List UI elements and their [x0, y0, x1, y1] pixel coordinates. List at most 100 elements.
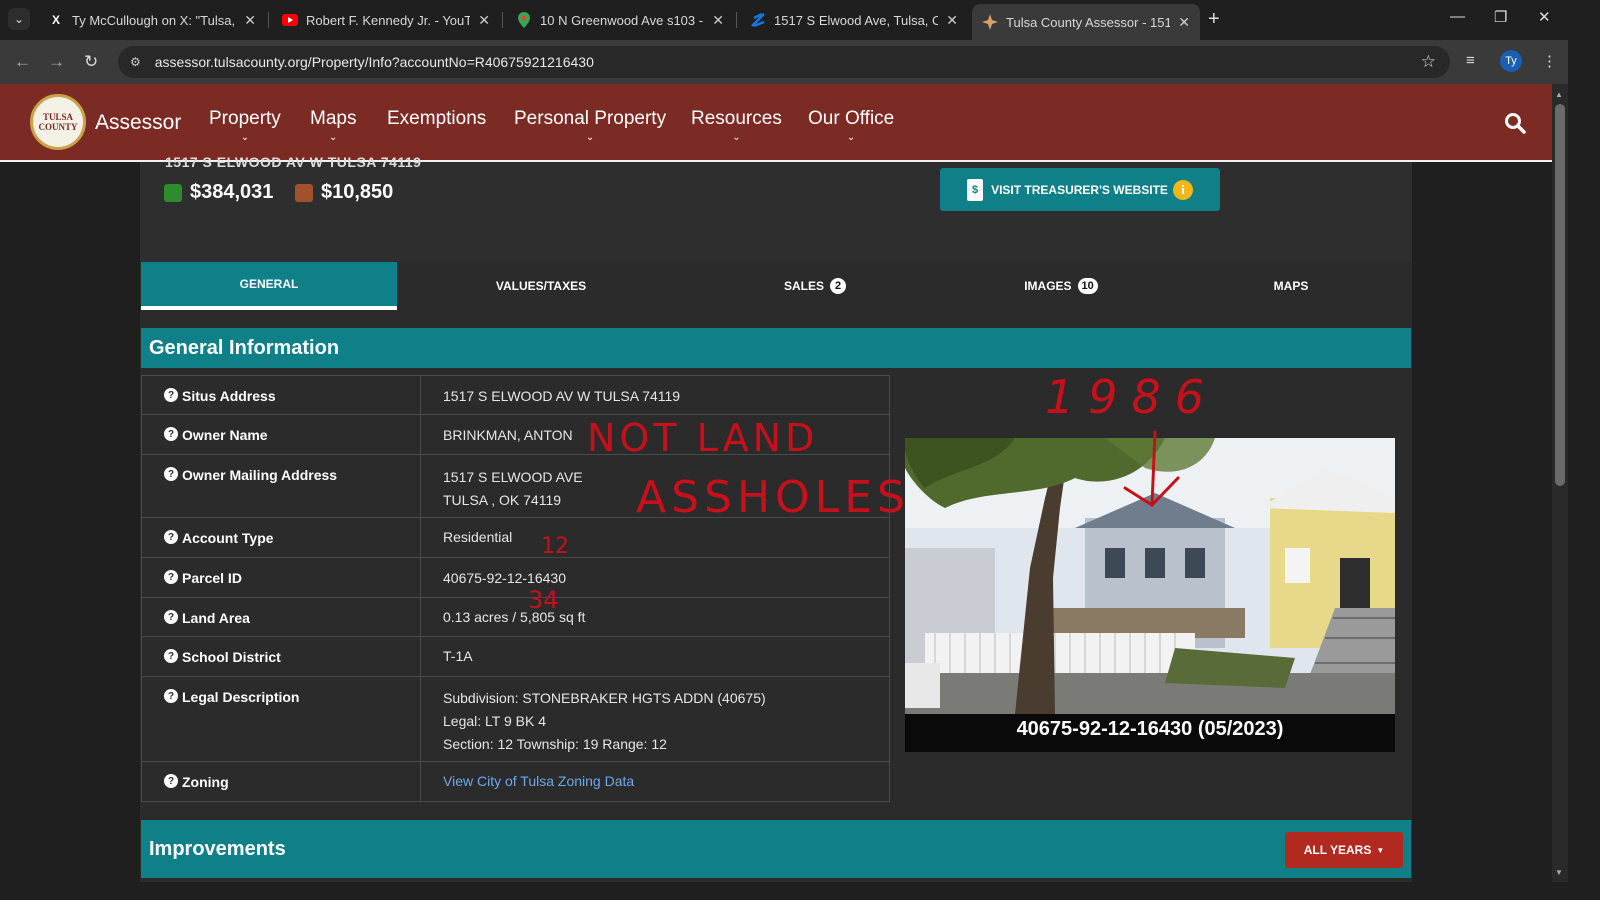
label-text: Zoning: [182, 774, 229, 790]
property-summary: [140, 162, 1412, 262]
logo-text: TULSA COUNTY: [38, 112, 78, 132]
value-line: T-1A: [443, 648, 473, 664]
browser-menu-icon[interactable]: ⋮: [1542, 52, 1557, 70]
close-icon[interactable]: ✕: [712, 12, 724, 29]
nav-resources[interactable]: Resources ⌄: [691, 108, 782, 143]
zoning-data-link[interactable]: View City of Tulsa Zoning Data: [443, 773, 889, 789]
value-line: 1517 S ELWOOD AV W TULSA 74119: [443, 388, 681, 404]
tulsa-county-logo[interactable]: TULSA COUNTY: [30, 94, 86, 150]
scroll-thumb[interactable]: [1555, 104, 1565, 486]
tab-divider: [268, 12, 269, 28]
row-label: ? Owner Mailing Address: [142, 455, 421, 517]
nav-maps[interactable]: Maps ⌄: [310, 108, 357, 143]
x-logo-icon: X: [51, 13, 60, 27]
all-years-dropdown[interactable]: ALL YEARS ▼: [1285, 832, 1403, 868]
browser-tab-5-active[interactable]: Tulsa County Assessor - 1517 S ✕: [972, 4, 1200, 40]
scroll-up-icon[interactable]: ▲: [1555, 90, 1563, 99]
tab-search-button[interactable]: ⌄: [8, 8, 30, 30]
info-icon[interactable]: i: [1172, 179, 1193, 200]
nav-property[interactable]: Property ⌄: [209, 108, 281, 143]
value-line: Section: 12 Township: 19 Range: 12: [443, 736, 667, 752]
nav-exemptions[interactable]: Exemptions: [387, 108, 486, 130]
tax-amount-text: $10,850: [321, 181, 394, 203]
improvements-heading: Improvements: [141, 820, 1411, 878]
chevron-down-icon: ⌄: [732, 132, 741, 143]
table-row: ? School District T-1A: [142, 637, 889, 677]
row-label: ? Zoning: [142, 762, 421, 801]
browser-tab-3[interactable]: 10 N Greenwood Ave s103 - Go ✕: [506, 4, 734, 36]
row-value: T-1A: [421, 637, 889, 676]
close-icon[interactable]: ✕: [1178, 14, 1190, 31]
tab-label: VALUES/TAXES: [495, 279, 587, 293]
treasurer-label: VISIT TREASURER'S WEBSITE: [991, 182, 1168, 197]
profile-avatar[interactable]: Ty: [1500, 50, 1522, 72]
brand-title[interactable]: Assessor: [95, 111, 181, 135]
nav-our-office[interactable]: Our Office ⌄: [808, 108, 894, 143]
window-close-icon[interactable]: ✕: [1538, 8, 1551, 26]
nav-label: Resources: [691, 108, 782, 129]
url-text[interactable]: assessor.tulsacounty.org/Property/Info?a…: [155, 54, 594, 70]
value-line: Legal: LT 9 BK 4: [443, 713, 546, 729]
row-value: 1517 S ELWOOD AVE TULSA , OK 74119: [421, 455, 889, 517]
help-icon[interactable]: ?: [164, 570, 178, 584]
nav-label: Maps: [310, 108, 357, 129]
help-icon[interactable]: ?: [164, 774, 178, 788]
row-value: BRINKMAN, ANTON: [421, 415, 889, 454]
close-icon[interactable]: ✕: [244, 12, 256, 29]
media-controls-icon[interactable]: ≡: [1466, 52, 1475, 69]
page-scrollbar[interactable]: ▲ ▼: [1552, 84, 1568, 882]
table-row: ? Situs Address 1517 S ELWOOD AV W TULSA …: [142, 376, 889, 415]
restore-icon[interactable]: ❐: [1494, 8, 1507, 26]
dropdown-label: ALL YEARS: [1303, 843, 1372, 857]
forward-arrow-icon[interactable]: →: [48, 52, 65, 72]
caret-down-icon: ▼: [1376, 845, 1385, 855]
photo-caption: 40675-92-12-16430 (05/2023): [1016, 718, 1284, 740]
visit-treasurer-button[interactable]: $ VISIT TREASURER'S WEBSITE i: [940, 168, 1220, 211]
nav-personal-property[interactable]: Personal Property ⌄: [514, 108, 666, 143]
tab-maps[interactable]: MAPS: [1177, 262, 1405, 310]
scroll-down-icon[interactable]: ▼: [1555, 868, 1563, 877]
table-row: ? Owner Name BRINKMAN, ANTON: [142, 415, 889, 455]
chevron-down-icon: ⌄: [329, 132, 338, 143]
help-icon[interactable]: ?: [164, 689, 178, 703]
search-icon[interactable]: [1504, 112, 1526, 134]
property-photo-card[interactable]: 40675-92-12-16430 (05/2023): [905, 438, 1395, 752]
nav-label: Exemptions: [387, 108, 487, 129]
browser-toolbar: ← → ↻ ⚙ assessor.tulsacounty.org/Propert…: [0, 40, 1568, 84]
row-value: View City of Tulsa Zoning Data: [421, 762, 889, 801]
browser-tab-4[interactable]: 1517 S Elwood Ave, Tulsa, OK 7 ✕: [740, 4, 968, 36]
value-line: TULSA , OK 74119: [443, 492, 562, 508]
chevron-down-icon: ⌄: [846, 132, 856, 143]
tab-sales[interactable]: SALES 2: [701, 262, 929, 310]
close-icon[interactable]: ✕: [946, 12, 958, 29]
help-icon[interactable]: ?: [164, 530, 178, 544]
property-address-heading: 1517 S ELWOOD AV W TULSA 74119: [165, 154, 422, 170]
tab-title: 1517 S Elwood Ave, Tulsa, OK 7: [774, 12, 939, 28]
help-icon[interactable]: ?: [164, 610, 178, 624]
dollar-document-icon: $: [967, 178, 984, 201]
tab-title: Ty McCullough on X: "Tulsa, OK: [72, 12, 236, 28]
count-badge: 10: [1077, 278, 1098, 294]
bookmark-star-icon[interactable]: ☆: [1421, 52, 1436, 72]
label-text: Situs Address: [182, 388, 276, 404]
back-arrow-icon[interactable]: ←: [14, 52, 31, 72]
site-settings-icon[interactable]: ⚙: [130, 55, 141, 69]
address-bar[interactable]: ⚙ assessor.tulsacounty.org/Property/Info…: [118, 46, 1450, 78]
browser-tab-1[interactable]: X Ty McCullough on X: "Tulsa, OK ✕: [38, 4, 266, 36]
minimize-icon[interactable]: —: [1450, 8, 1465, 25]
help-icon[interactable]: ?: [164, 388, 178, 402]
help-icon[interactable]: ?: [164, 649, 178, 663]
label-text: Owner Mailing Address: [182, 467, 338, 483]
property-photo[interactable]: [905, 438, 1395, 714]
reload-icon[interactable]: ↻: [84, 52, 98, 72]
tab-general[interactable]: GENERAL: [141, 262, 397, 310]
help-icon[interactable]: ?: [164, 427, 178, 441]
help-icon[interactable]: ?: [164, 467, 178, 481]
browser-tab-2[interactable]: Robert F. Kennedy Jr. - YouTube ✕: [272, 4, 500, 36]
new-tab-button[interactable]: +: [1208, 8, 1220, 31]
tab-images[interactable]: IMAGES 10: [947, 262, 1175, 310]
tab-values-taxes[interactable]: VALUES/TAXES: [427, 262, 655, 310]
general-information-heading: General Information: [141, 328, 1411, 368]
close-icon[interactable]: ✕: [478, 12, 490, 29]
row-label: ? Owner Name: [142, 415, 421, 454]
